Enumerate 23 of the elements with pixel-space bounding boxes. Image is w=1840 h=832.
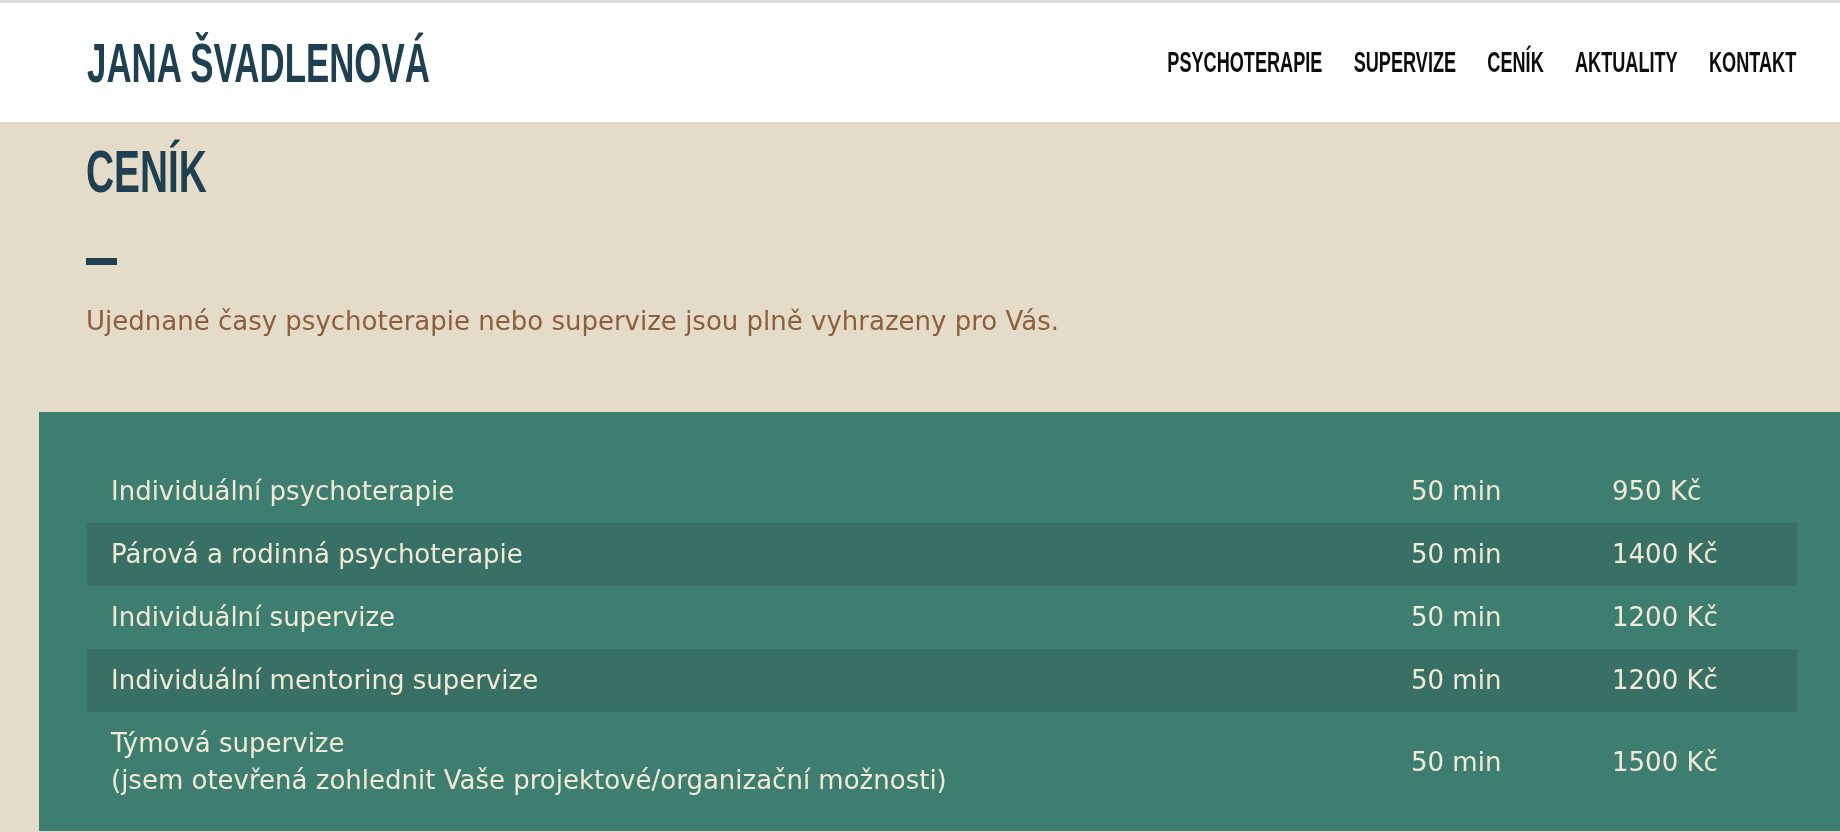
session-duration: 50 min — [1411, 664, 1502, 697]
nav-link[interactable]: SUPERVIZE — [1353, 45, 1456, 80]
price-amount: 1500 Kč — [1612, 745, 1718, 779]
session-duration: 50 min — [1411, 745, 1502, 779]
nav-link[interactable]: KONTAKT — [1708, 45, 1796, 80]
service-name: Týmová supervize (jsem otevřená zohlednit Vaše projektové/organizační možnosti) — [111, 727, 947, 797]
site-logo[interactable]: JANA ŠVADLENOVÁ — [87, 29, 430, 96]
service-name: Párová a rodinná psychoterapie — [111, 538, 523, 571]
nav-link[interactable]: AKTUALITY — [1574, 45, 1678, 80]
price-amount: 950 Kč — [1612, 475, 1702, 508]
session-duration: 50 min — [1411, 538, 1502, 571]
page-title: CENÍK — [86, 137, 207, 207]
price-amount: 1200 Kč — [1612, 664, 1718, 697]
service-name: Individuální mentoring supervize — [111, 664, 539, 697]
price-amount: 1400 Kč — [1612, 538, 1718, 571]
service-name: Individuální supervize — [111, 601, 396, 634]
session-duration: 50 min — [1411, 601, 1502, 634]
session-duration: 50 min — [1411, 475, 1502, 508]
nav-link[interactable]: CENÍK — [1487, 45, 1544, 80]
nav-link[interactable]: PSYCHOTERAPIE — [1167, 45, 1323, 80]
intro-text: Ujednané časy psychoterapie nebo supervize jsou plně vyhrazeny pro Vás. — [86, 305, 1059, 338]
service-name: Individuální psychoterapie — [111, 475, 455, 508]
price-amount: 1200 Kč — [1612, 601, 1718, 634]
